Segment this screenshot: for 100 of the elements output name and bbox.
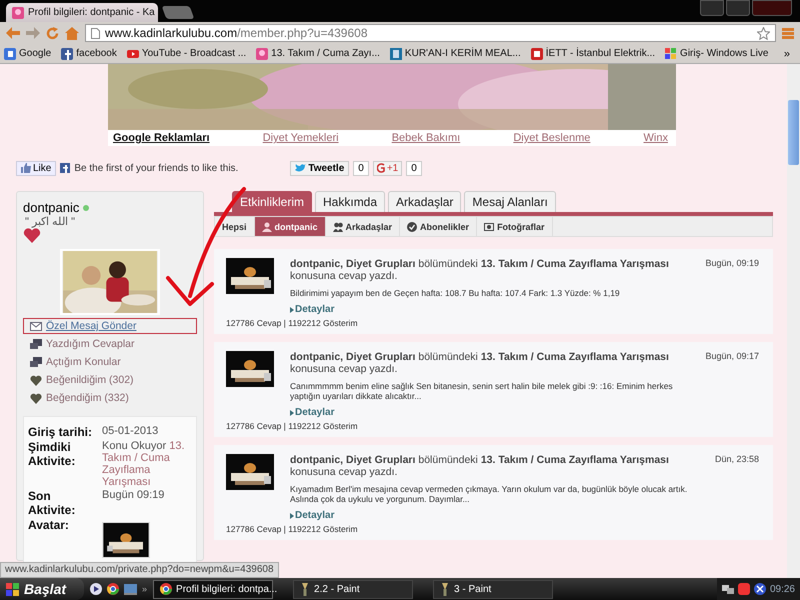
paintbrush-icon [440,582,450,596]
menu-icon[interactable] [782,28,794,38]
chrome-icon[interactable] [107,583,120,595]
more-bookmarks-button[interactable]: » [784,48,796,60]
bookmark[interactable]: Google [4,48,52,60]
info-label: Şimdiki Aktivite: [28,440,76,470]
new-tab-button[interactable] [162,6,194,19]
like-prompt: Be the first of your friends to like this. [74,162,238,174]
activity-time: Bugün, 09:17 [704,351,759,363]
bookmark[interactable]: YouTube - Broadcast ... [126,48,246,60]
clock: 09:26 [770,584,795,594]
thumbs-up-icon [21,163,31,173]
heart-icon [23,228,41,243]
profile-link[interactable]: Beğendiğim (332) [23,390,197,406]
profile-link[interactable]: Özel Mesaj Gönder [23,318,197,334]
caret-icon [290,306,294,312]
profile-tab[interactable]: Hakkımda [315,191,386,212]
shield-tray-icon[interactable] [754,583,766,595]
profile-tab[interactable]: Mesaj Alanları [464,191,556,212]
heart-icon [30,374,42,386]
bookmark[interactable]: facebook [61,48,117,60]
info-label: Giriş tarihi: [28,425,94,439]
caret-icon [290,410,294,416]
activity-stats: 127786 Cevap | 1192212 Gösterim [226,421,359,431]
windows-flag-icon [665,48,678,60]
desktop-icon[interactable] [124,584,138,594]
details-link[interactable]: Detaylar [290,304,698,315]
page-icon [91,28,100,38]
ad-link[interactable]: Diyet Beslenme [513,132,590,144]
back-icon[interactable] [6,27,20,39]
person-icon [262,222,272,232]
plus-one-count: 0 [406,160,422,176]
ad-link[interactable]: Winx [644,132,668,144]
details-link[interactable]: Detaylar [290,510,707,521]
bird-icon [295,164,306,172]
details-link[interactable]: Detaylar [290,407,698,418]
checkmark-icon [407,222,418,232]
activity-filter-tab[interactable]: Fotoğraflar [477,217,553,236]
heart-icon [30,392,42,404]
bookmark[interactable]: 13. Takım / Cuma Zayı... [256,48,380,60]
ad-link[interactable]: Bebek Bakımı [392,132,460,144]
info-value: 05-01-2013 [102,425,160,439]
more-quicklaunch-button[interactable]: » [142,584,148,594]
g-plus-icon [376,163,385,173]
username: dontpanic [23,200,80,215]
book-icon [390,48,402,60]
media-icon[interactable] [90,583,102,595]
activity-stats: 127786 Cevap | 1192212 Gösterim [226,524,359,534]
play-icon [126,48,139,60]
activity-stats: 127786 Cevap | 1192212 Gösterim [226,318,359,328]
network-icon[interactable] [722,583,734,595]
address-field[interactable]: www.kadinlarkulubu.com/member.php?u=439608 [85,24,776,42]
profile-tab[interactable]: Etkinliklerim [232,191,312,212]
chrome-icon [160,583,172,595]
activity-time: Bugün, 09:19 [704,258,759,270]
tweet-count: 0 [353,160,369,176]
like-button[interactable]: Like [16,160,56,176]
people-icon [332,222,343,232]
reload-icon[interactable] [46,26,59,40]
activity-filter-tab[interactable]: dontpanic [254,217,326,236]
plus-one-button[interactable]: +1 [372,160,402,176]
activity-filter-tab[interactable]: Abonelikler [400,217,478,236]
caret-icon [290,512,294,518]
profile-link[interactable]: Beğenildiğim (302) [23,372,197,388]
minimize-button[interactable] [700,0,724,16]
site-icon [256,48,268,60]
speech-bubbles-icon [30,356,42,368]
scrollbar[interactable] [787,64,800,578]
activity-filter-tab[interactable]: Arkadaşlar [326,217,400,236]
profile-link[interactable]: Yazdığım Cevaplar [23,336,197,352]
windows-flag-icon [6,582,20,596]
bookmark[interactable]: Giriş- Windows Live [665,48,768,60]
tweet-button[interactable]: Tweetle [290,160,350,176]
url-text: www.kadinlarkulubu.com/member.php?u=439608 [105,26,368,40]
browser-tab[interactable]: Profil bilgileri: dontpanic - Ka [6,3,158,22]
restore-button[interactable] [726,0,750,16]
forward-icon[interactable] [26,27,40,39]
site-icon [12,6,24,18]
profile-link[interactable]: Açtığım Konular [23,354,197,370]
paintbrush-icon [300,582,310,596]
activity-excerpt: Bildirimimi yapayım ben de Geçen hafta: 108.7 Bu hafta: 107.4 Fark: 1.3 Yüzde: % 1,19 [290,288,621,298]
home-icon[interactable] [65,26,79,40]
bookmark[interactable]: KUR'AN-I KERİM MEAL... [390,48,521,60]
close-button[interactable] [752,0,792,16]
bookmark[interactable]: İETT - İstanbul Elektrik... [530,48,656,60]
activity-heading: dontpanic, Diyet Grupları bölümündeki 13. Takım / Cuma Zayıflama Yarışması konusuna cevap yazdı. [290,351,670,375]
activity-excerpt: Kıyamadım Berl'im mesajına cevap vermeden çıkmaya. Yarın okulum var da, bugünlük böyle olucak artık. Aslında çok da uykulu ve yorgunum. Dayımlar... [290,484,688,504]
start-button[interactable]: Başlat [0,578,84,600]
ad-link[interactable]: Diyet Yemekleri [262,132,339,144]
info-value: Bugün 09:19 [102,489,166,503]
ads-heading: Google Reklamları [113,132,210,144]
activity-time: Dün, 23:58 [714,454,759,466]
star-icon[interactable] [757,26,770,40]
activity-heading: dontpanic, Diyet Grupları bölümündeki 13. Takım / Cuma Zayıflama Yarışması konusuna cevap yazdı. [290,258,670,282]
signature-quote: " الله اكبر " [25,215,76,228]
taskbar-button[interactable]: 3 - Paint [433,580,554,598]
taskbar-button[interactable]: 2.2 - Paint [293,580,414,598]
info-label: Son Aktivite: [28,489,76,517]
app-tray-icon[interactable] [738,583,750,595]
profile-tab[interactable]: Arkadaşlar [388,191,462,212]
